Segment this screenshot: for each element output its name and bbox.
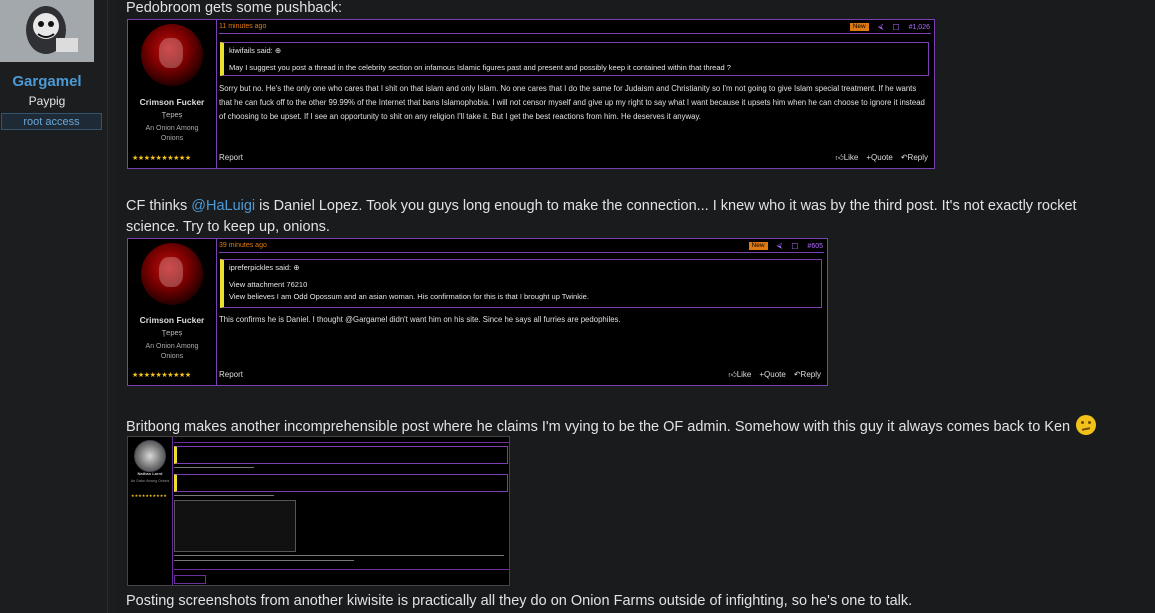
embed-author-title-1: An Onion Among [145, 343, 199, 350]
user-sidebar: Gargamel Paypig root access [0, 0, 108, 613]
embed-content: 11 minutes ago New ⮘ ☐ #1,026 kiwifails … [219, 20, 931, 168]
quote-line: May I suggest you post a thread in the c… [229, 63, 731, 72]
post-number[interactable]: #1,026 [909, 24, 930, 31]
rating-stars: ★★★★★★★★★★ [132, 155, 191, 162]
new-badge: New [748, 242, 768, 250]
reply-button[interactable]: ↶Reply [794, 370, 821, 380]
post-number[interactable]: #605 [807, 243, 823, 250]
report-link[interactable]: Report [219, 153, 243, 162]
quote-button[interactable]: +Quote [759, 370, 785, 380]
new-badge: New [849, 23, 869, 31]
quote-header[interactable]: ipreferpickles said: ⊕ [229, 263, 300, 272]
like-button[interactable]: 👍︎Like [835, 153, 858, 163]
embed-author-title-2: Onions [160, 353, 184, 360]
screenshot-footer-line [174, 569, 509, 570]
screenshot-text-line [174, 467, 254, 468]
user-title: Paypig [28, 94, 66, 108]
quote-block: kiwifails said: ⊕ May I suggest you post… [220, 42, 929, 76]
thumbs-up-icon: 👍︎ [728, 370, 737, 379]
screenshot-author-title: An Onion Among Onions [130, 479, 170, 483]
quote-header[interactable]: kiwifails said: ⊕ [229, 46, 281, 55]
post-body: Pedobroom gets some pushback: Crimson Fu… [116, 0, 1155, 613]
rating-stars: ★★★★★★★★★★ [132, 372, 191, 379]
report-link[interactable]: Report [219, 370, 243, 379]
embed-avatar[interactable] [141, 243, 203, 305]
quote-line: View believes I am Odd Opossum and an as… [229, 292, 589, 301]
username[interactable]: Gargamel [0, 73, 94, 90]
screenshot-quote-2 [174, 474, 508, 492]
post-paragraph: Posting screenshots from another kiwisit… [126, 593, 913, 609]
screenshot-stars: ★★★★★★★★★★ [131, 493, 167, 498]
embed-timestamp[interactable]: 11 minutes ago [219, 23, 266, 30]
attached-screenshot[interactable]: Nathan Larrd An Onion Among Onions ★★★★★… [127, 436, 510, 586]
embed-body-text: This confirms he is Daniel. I thought @G… [219, 315, 621, 324]
share-icon[interactable]: ⮘ [878, 22, 884, 32]
embed-footer: Report 👍︎Like +Quote ↶Reply [219, 153, 928, 165]
screenshot-text-line [174, 555, 504, 556]
embed-author-name[interactable]: Crimson Fucker [128, 97, 216, 107]
user-mention[interactable]: @HaLuigi [191, 198, 255, 214]
reply-icon: ↶ [793, 370, 801, 379]
thinking-face-icon [1076, 415, 1097, 435]
screenshot-author-panel: Nathan Larrd An Onion Among Onions ★★★★★… [128, 437, 173, 585]
screenshot-quote-1 [174, 446, 508, 464]
embed-author-name[interactable]: Crimson Fucker [128, 315, 216, 325]
screenshot-nested-image [174, 500, 296, 552]
like-button[interactable]: 👍︎Like [728, 370, 751, 380]
embed-author-title-2: Onions [160, 135, 184, 142]
screenshot-header-line [174, 442, 509, 443]
quote-block: ipreferpickles said: ⊕ View attachment 7… [220, 259, 822, 308]
reply-icon: ↶ [900, 153, 908, 162]
embed-author-panel: Crimson Fucker Ţepeș An Onion Among Onio… [128, 239, 217, 385]
embed-footer: Report 👍︎Like +Quote ↶Reply [219, 370, 821, 382]
reply-button[interactable]: ↶Reply [901, 153, 928, 163]
embed-content: 39 minutes ago New ⮘ ☐ #605 ipreferpickl… [219, 239, 824, 385]
user-banner: root access [1, 113, 102, 130]
post-paragraph: Britbong makes another incomprehensible … [126, 415, 1097, 438]
embedded-post: Crimson Fucker Ţepeș An Onion Among Onio… [127, 19, 935, 169]
post-paragraph: CF thinks @HaLuigi is Daniel Lopez. Took… [126, 198, 1077, 235]
screenshot-text-line [174, 560, 354, 561]
embed-author-rank: Ţepeș [161, 328, 183, 337]
embed-header: 11 minutes ago New ⮘ ☐ #1,026 [219, 21, 931, 34]
embed-author-panel: Crimson Fucker Ţepeș An Onion Among Onio… [128, 20, 217, 168]
screenshot-author: Nathan Larrd [137, 471, 163, 476]
screenshot-avatar [134, 440, 166, 472]
embedded-post: Crimson Fucker Ţepeș An Onion Among Onio… [127, 238, 828, 386]
quote-button[interactable]: +Quote [866, 153, 892, 163]
thumbs-up-icon: 👍︎ [835, 153, 844, 162]
embed-author-title-1: An Onion Among [145, 125, 199, 132]
expand-icon[interactable]: ⊕ [275, 46, 281, 55]
screenshot-text-line [174, 495, 274, 496]
post-paragraph: Pedobroom gets some pushback: [126, 0, 343, 16]
embed-timestamp[interactable]: 39 minutes ago [219, 242, 267, 249]
quote-line[interactable]: View attachment 76210 [229, 280, 307, 289]
bookmark-icon[interactable]: ☐ [791, 242, 798, 251]
share-icon[interactable]: ⮘ [777, 241, 783, 251]
screenshot-reaction [174, 575, 206, 584]
embed-avatar[interactable] [141, 24, 203, 86]
expand-icon[interactable]: ⊕ [293, 263, 299, 272]
bookmark-icon[interactable]: ☐ [892, 23, 899, 32]
embed-author-rank: Ţepeș [161, 110, 183, 119]
avatar[interactable] [0, 0, 94, 62]
embed-body-text: Sorry but no. He's the only one who care… [219, 84, 925, 121]
embed-header: 39 minutes ago New ⮘ ☐ #605 [219, 240, 824, 253]
